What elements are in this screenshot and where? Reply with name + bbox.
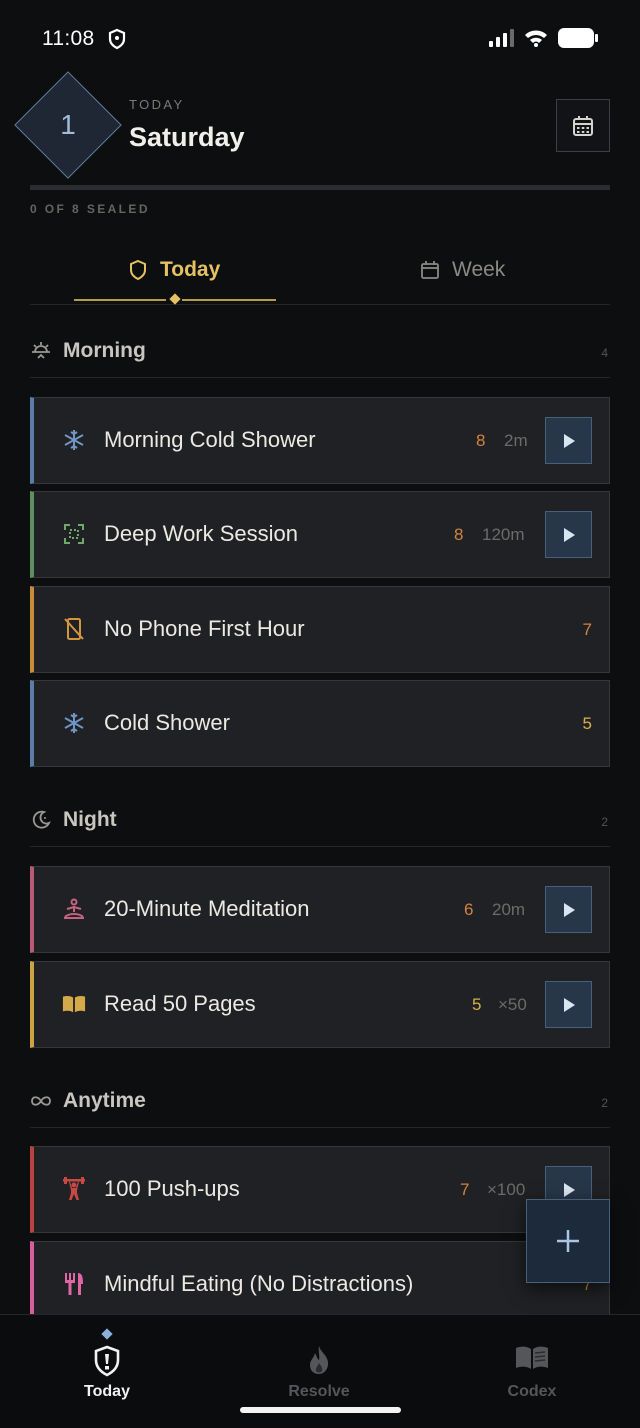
section-title: Anytime [63,1089,146,1112]
sealed-progress-bar [30,185,610,190]
habit-title: 100 Push-ups [104,1176,240,1201]
tab-indicator [74,299,166,301]
no-phone-icon [62,617,86,641]
snowflake-icon [62,428,86,452]
habit-score: 8 [454,525,464,544]
section-title: Morning [63,339,146,362]
habit-duration: 20m [492,900,526,919]
shield-icon [92,1345,122,1382]
section-header-anytime: Anytime 2 [30,1078,610,1128]
tab-today-label: Today [160,258,221,281]
habit-card[interactable]: Morning Cold Shower 8 2m [30,397,610,484]
start-button[interactable] [545,511,592,558]
habit-card[interactable]: 100 Push-ups 7 ×100 [30,1146,610,1233]
habit-card[interactable]: Deep Work Session 8 120m [30,491,610,578]
day-header: 1 TODAY Saturday [0,70,640,190]
nav-label: Codex [507,1383,557,1400]
battery-icon [558,28,598,53]
habit-score: 8 [476,431,486,450]
snowflake-icon [62,711,86,735]
nav-item-codex[interactable]: Codex [432,1315,632,1405]
moon-icon [30,809,52,831]
habit-title: Deep Work Session [104,521,299,546]
section-title: Night [63,808,117,831]
tab-week-label: Week [452,258,506,281]
section-count: 2 [601,815,608,829]
sunrise-icon [30,340,52,362]
habit-score: 5 [582,714,592,733]
section-count: 4 [601,346,608,360]
flame-icon [306,1345,332,1380]
wifi-icon [524,29,548,52]
book-icon [515,1345,549,1376]
tab-week[interactable]: Week [420,240,505,300]
shield-status-icon [107,28,127,55]
habit-title: 20-Minute Meditation [104,896,310,921]
habit-title: No Phone First Hour [104,616,305,641]
weightlifter-icon [62,1177,86,1201]
habit-score: 5 [472,995,482,1014]
status-bar: 11:08 [0,0,640,80]
tab-indicator [182,299,276,301]
start-button[interactable] [545,417,592,464]
shield-icon [130,259,146,281]
nav-item-resolve[interactable]: Resolve [219,1315,419,1405]
habit-target: ×100 [487,1180,526,1199]
status-time: 11:08 [42,27,95,50]
view-tabs: Today Week [30,240,610,305]
calendar-icon [573,115,593,136]
nav-label: Resolve [288,1383,350,1400]
tab-today[interactable]: Today [128,240,220,300]
habit-title: Mindful Eating (No Distractions) [104,1271,414,1296]
play-icon [563,1182,575,1197]
section-header-morning: Morning 4 [30,328,610,378]
habit-duration: 120m [482,525,525,544]
habit-title: Morning Cold Shower [104,427,316,452]
signal-icon [488,29,514,52]
habit-title: Cold Shower [104,710,230,735]
play-icon [563,433,575,448]
nav-label: Today [84,1383,130,1400]
habit-title: Read 50 Pages [104,991,256,1016]
home-indicator[interactable] [240,1407,401,1413]
utensils-icon [62,1272,86,1296]
book-icon [62,992,86,1016]
add-habit-button[interactable] [526,1199,610,1283]
nav-active-indicator [101,1328,113,1340]
sealed-count: 0 OF 8 SEALED [30,202,150,216]
habit-score: 6 [464,900,474,919]
infinity-icon [30,1090,52,1112]
section-count: 2 [601,1096,608,1110]
plus-icon [557,1230,579,1252]
habit-card[interactable]: Read 50 Pages 5 ×50 [30,961,610,1048]
play-icon [563,902,575,917]
habit-card[interactable]: No Phone First Hour 7 [30,586,610,673]
level-number: 1 [60,109,76,140]
habit-card[interactable]: Cold Shower 5 [30,680,610,767]
page-title: Saturday [129,122,245,152]
meditation-icon [62,897,86,921]
start-button[interactable] [545,886,592,933]
nav-item-today[interactable]: Today [7,1315,207,1405]
habit-score: 7 [582,620,592,639]
play-icon [563,527,575,542]
habit-target: ×50 [498,995,527,1014]
section-header-night: Night 2 [30,797,610,847]
habit-duration: 2m [504,431,528,450]
focus-icon [62,522,86,546]
habit-score: 7 [460,1180,470,1199]
start-button[interactable] [545,981,592,1028]
calendar-button[interactable] [556,99,610,152]
play-icon [563,997,575,1012]
calendar-icon [421,261,439,279]
habit-card[interactable]: 20-Minute Meditation 6 20m [30,866,610,953]
today-label: TODAY [129,97,185,112]
